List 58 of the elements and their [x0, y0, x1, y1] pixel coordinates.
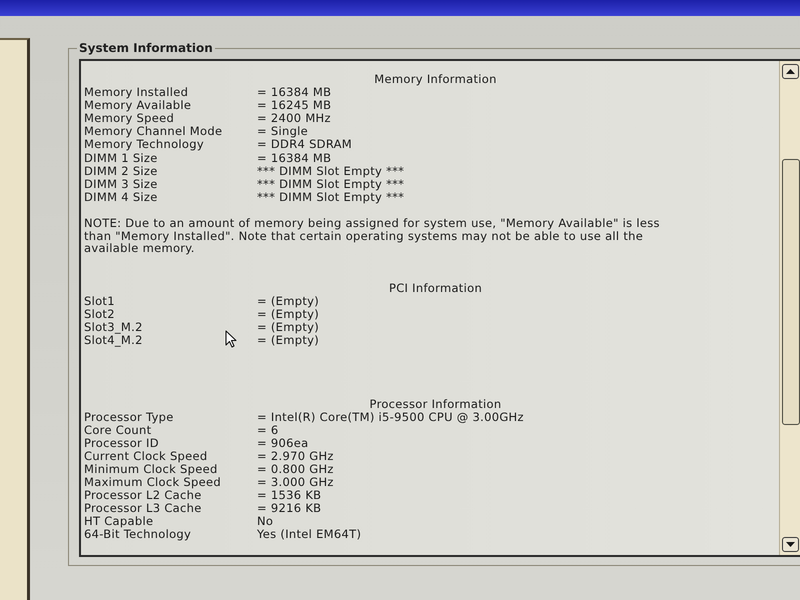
section-heading: PCI Information — [388, 282, 482, 296]
scrollbar-thumb[interactable] — [782, 159, 800, 425]
field-label: Slot4_M.2 — [84, 334, 143, 348]
field-value: = (Empty) — [257, 334, 320, 348]
field-label: Core Count — [84, 424, 152, 437]
field-label: HT Capable — [84, 515, 154, 528]
field-label: Current Clock Speed — [84, 450, 208, 463]
field-value: *** DIMM Slot Empty *** — [257, 164, 404, 178]
field-value: Yes (Intel EM64T) — [257, 528, 362, 542]
scroll-up-button[interactable] — [782, 64, 799, 79]
field-label: Processor L3 Cache — [84, 502, 202, 516]
caret-up-icon — [786, 69, 795, 74]
field-label: Processor L2 Cache — [84, 489, 202, 502]
field-label: DIMM 2 Size — [84, 164, 158, 178]
field-label: Memory Channel Mode — [84, 125, 222, 138]
field-value: = (Empty) — [257, 295, 320, 308]
field-label: Memory Available — [84, 99, 192, 112]
field-value: = (Empty) — [257, 321, 320, 334]
field-value: *** DIMM Slot Empty *** — [257, 178, 404, 191]
field-value: = 2.970 GHz — [257, 450, 334, 463]
field-value: = 16384 MB — [257, 86, 332, 100]
field-label: Memory Technology — [84, 138, 204, 152]
field-label: Slot1 — [84, 295, 115, 308]
field-value: = (Empty) — [257, 308, 320, 322]
field-label: DIMM 4 Size — [84, 190, 158, 204]
field-value: = 0.800 GHz — [257, 462, 334, 476]
field-label: Maximum Clock Speed — [84, 476, 221, 490]
field-label: Memory Speed — [84, 112, 174, 126]
field-label: Processor Type — [84, 410, 174, 424]
field-value: = 2400 MHz — [257, 112, 331, 126]
field-label: Processor ID — [84, 436, 159, 450]
field-value: *** DIMM Slot Empty *** — [257, 190, 404, 204]
field-value: = DDR4 SDRAM — [257, 138, 352, 152]
field-label: Minimum Clock Speed — [84, 462, 218, 476]
field-value: = 9216 KB — [257, 502, 322, 516]
field-value: = 906ea — [257, 436, 308, 450]
field-label: DIMM 3 Size — [84, 178, 158, 191]
field-value: = Single — [257, 125, 308, 138]
section-heading: Processor Information — [370, 398, 502, 411]
field-value: = Intel(R) Core(TM) i5-9500 CPU @ 3.00GHz — [257, 410, 524, 424]
field-label: Slot2 — [84, 308, 115, 322]
cursor-icon — [225, 330, 237, 348]
field-value: = 16245 MB — [257, 99, 332, 112]
note-text: NOTE: Due to an amount of memory being assigned for system use, "Memory Available" is less than "Memory Installed". Note that certain operating systems may not be able to use all the available memory. — [84, 216, 661, 256]
scroll-down-button[interactable] — [782, 537, 799, 552]
field-value: = 6 — [257, 424, 279, 437]
field-value: = 3.000 GHz — [257, 476, 334, 490]
section-heading: Memory Information — [374, 73, 497, 86]
group-title: System Information — [78, 41, 214, 55]
field-label: Memory Installed — [84, 86, 188, 100]
scrollbar-track[interactable] — [779, 61, 800, 555]
field-label: 64-Bit Technology — [84, 528, 192, 542]
field-value: No — [257, 515, 274, 528]
field-value: = 1536 KB — [257, 489, 322, 502]
caret-down-icon — [786, 542, 795, 547]
field-label: Slot3_M.2 — [84, 321, 143, 334]
field-label: DIMM 1 Size — [84, 152, 158, 165]
field-value: = 16384 MB — [257, 152, 332, 165]
